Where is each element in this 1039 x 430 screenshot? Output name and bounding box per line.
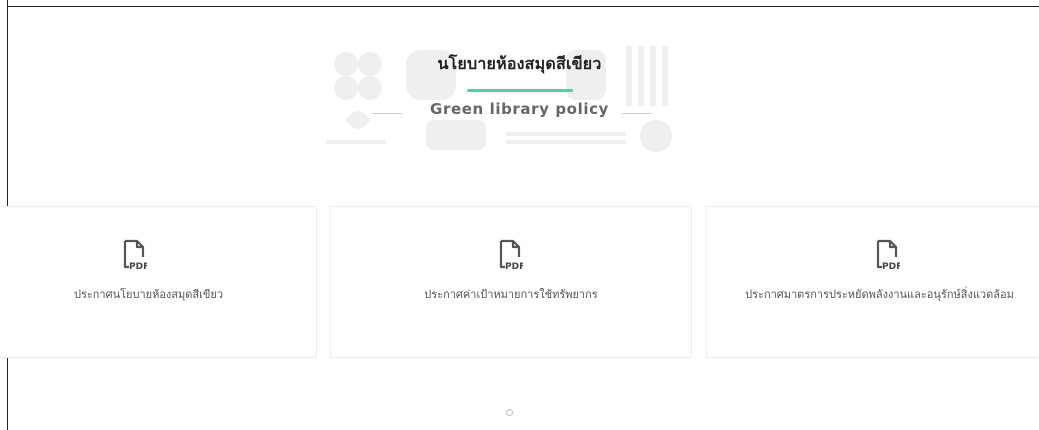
document-card[interactable]: PDF ประกาศนโยบายห้องสมุดสีเขียว [0, 206, 317, 358]
page-top-border [7, 6, 1039, 7]
pdf-file-icon: PDF [499, 239, 523, 271]
subtitle-dash-right [622, 113, 652, 114]
document-title: ประกาศมาตรการประหยัดพลังงานและอนุรักษ์สิ… [745, 288, 1014, 301]
svg-text:PDF: PDF [129, 262, 147, 271]
svg-text:PDF: PDF [882, 262, 900, 271]
section-heading: นโยบายห้องสมุดสีเขียว Green library poli… [0, 52, 1039, 118]
pdf-file-icon: PDF [876, 239, 900, 271]
pdf-file-icon: PDF [123, 239, 147, 271]
section-subtitle: Green library policy [430, 100, 609, 118]
section-title: นโยบายห้องสมุดสีเขียว [437, 54, 602, 73]
document-card[interactable]: PDF ประกาศค่าเป้าหมายการใช้ทรัพยากร [330, 206, 692, 358]
document-title: ประกาศนโยบายห้องสมุดสีเขียว [73, 288, 224, 301]
document-title: ประกาศค่าเป้าหมายการใช้ทรัพยากร [424, 288, 598, 301]
document-card[interactable]: PDF ประกาศมาตรการประหยัดพลังงานและอนุรัก… [706, 206, 1039, 358]
carousel-dot[interactable] [506, 409, 513, 416]
title-underline [467, 89, 573, 92]
svg-text:PDF: PDF [505, 262, 523, 271]
